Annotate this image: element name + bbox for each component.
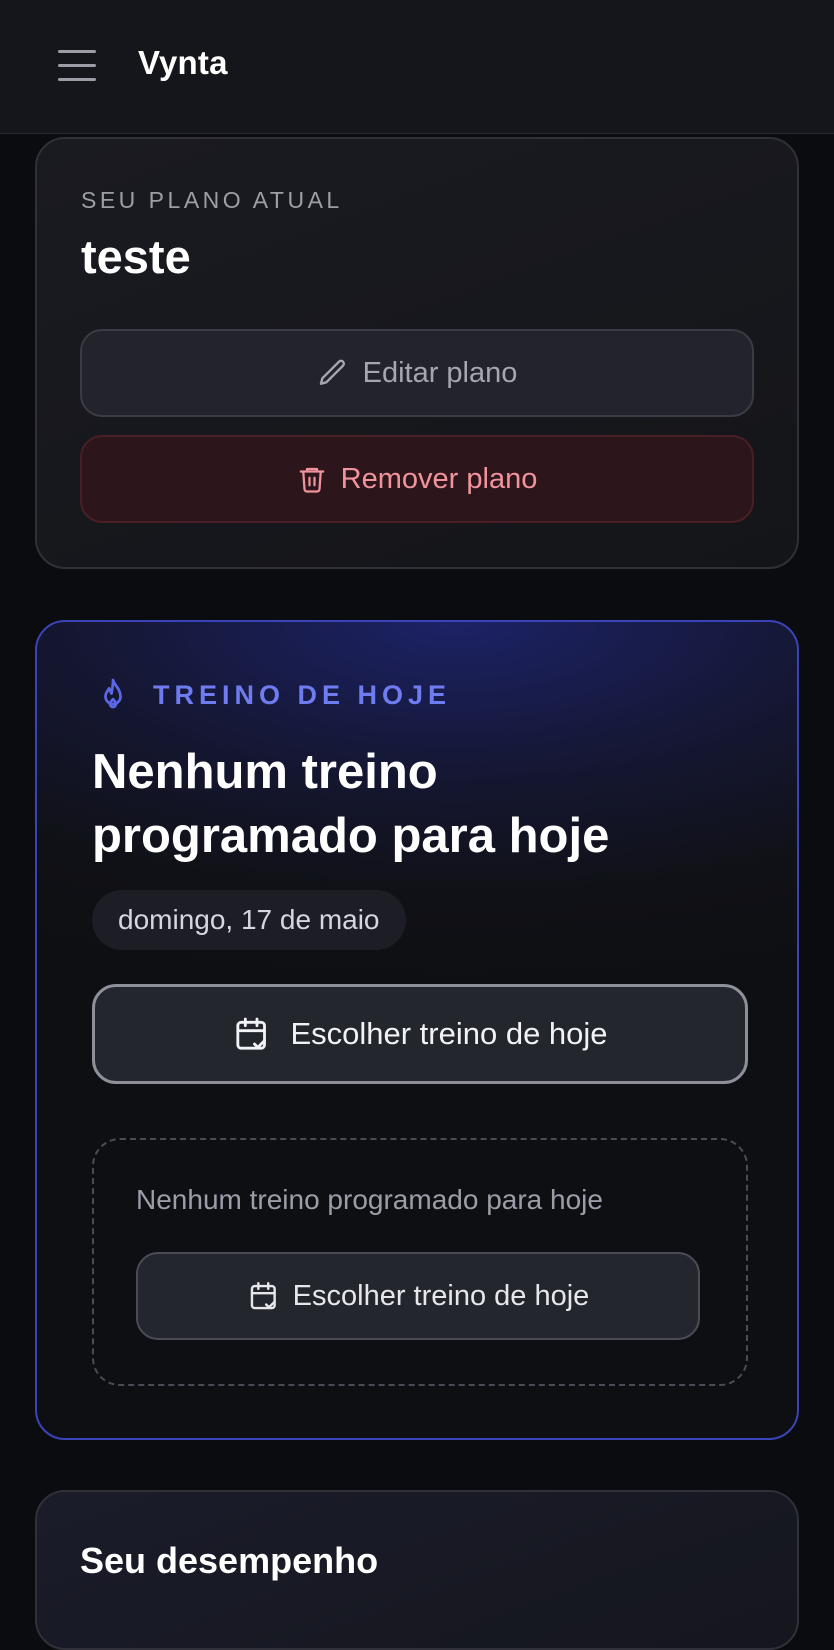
top-bar: Vynta [0,0,834,134]
today-workout-card: TREINO DE HOJE Nenhum treino programado … [35,620,799,1440]
current-plan-card: SEU PLANO ATUAL teste Editar plano Remov… [35,137,799,569]
performance-title: Seu desempenho [80,1540,379,1581]
calendar-check-icon [250,1282,276,1310]
empty-state-text: Nenhum treino programado para hoje [136,1184,603,1215]
today-title: Nenhum treino programado para hoje [92,745,610,863]
pencil-icon [319,359,345,385]
date-pill: domingo, 17 de maio [92,890,406,950]
remove-plan-button[interactable]: Remover plano [80,435,754,523]
menu-icon[interactable] [56,46,98,86]
choose-today-workout-label: Escolher treino de hoje [290,1016,608,1051]
empty-choose-workout-label: Escolher treino de hoje [292,1279,590,1312]
today-eyebrow-label: TREINO DE HOJE [153,679,452,710]
calendar-check-icon [236,1017,267,1050]
edit-plan-button[interactable]: Editar plano [80,329,754,417]
performance-card: Seu desempenho [35,1490,799,1650]
trash-icon [299,467,325,493]
remove-plan-label: Remover plano [340,462,538,495]
empty-choose-workout-button[interactable]: Escolher treino de hoje [136,1252,700,1340]
flame-icon [104,678,122,709]
edit-plan-label: Editar plano [362,356,518,389]
plan-name: teste [81,230,191,283]
empty-state-box: Nenhum treino programado para hoje Escol… [92,1138,748,1386]
today-eyebrow: TREINO DE HOJE [95,676,451,714]
app-brand: Vynta [138,44,228,81]
choose-today-workout-button[interactable]: Escolher treino de hoje [92,984,748,1084]
plan-eyebrow: SEU PLANO ATUAL [81,187,343,213]
